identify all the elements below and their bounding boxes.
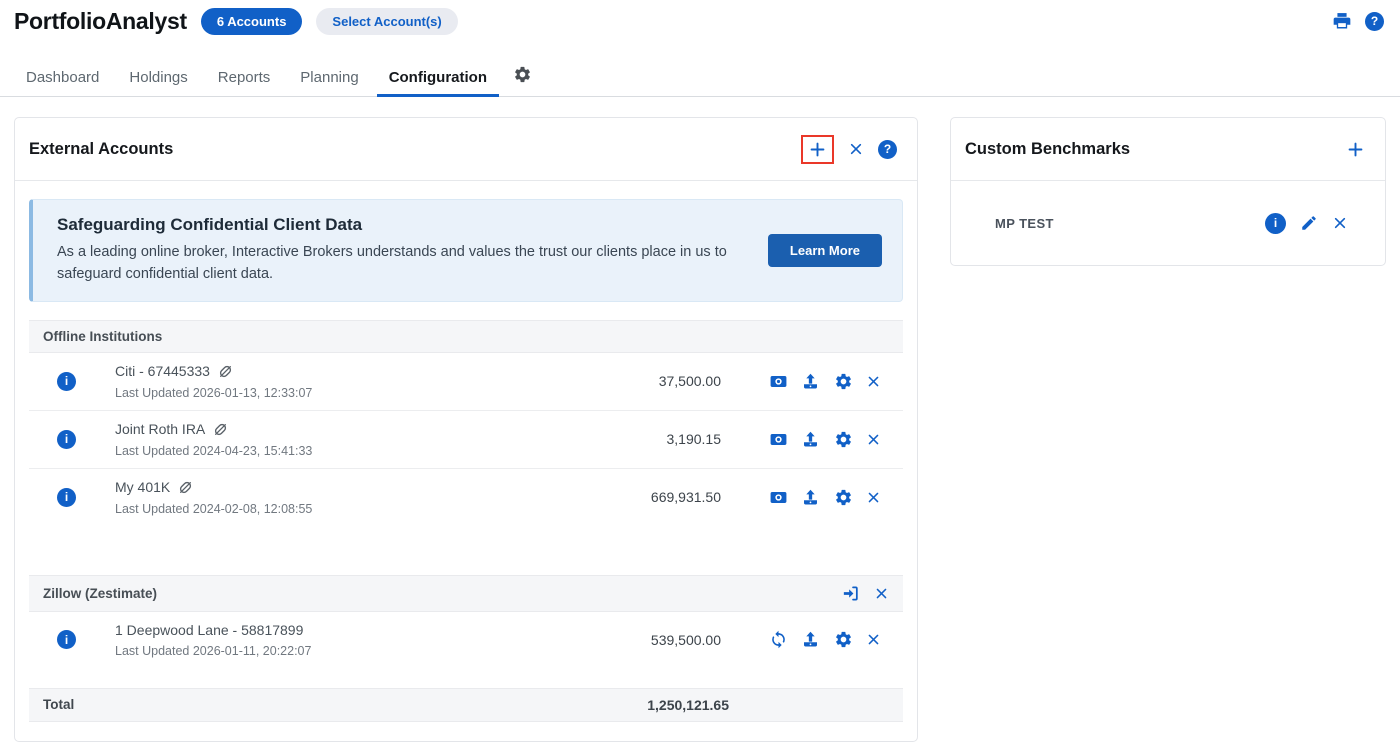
close-icon[interactable] xyxy=(866,374,881,389)
unlink-icon xyxy=(212,421,229,438)
upload-icon[interactable] xyxy=(801,630,820,649)
account-last-updated: Last Updated 2024-04-23, 15:41:33 xyxy=(115,444,631,458)
portfolio-analyst-app: PortfolioAnalyst 6 Accounts Select Accou… xyxy=(0,0,1400,751)
app-title: PortfolioAnalyst xyxy=(14,8,187,35)
info-icon[interactable]: i xyxy=(1265,213,1286,234)
sign-in-icon[interactable] xyxy=(841,584,860,603)
annotation-highlight xyxy=(801,135,834,164)
benchmark-row: MP TEST i xyxy=(951,181,1385,265)
account-last-updated: Last Updated 2026-01-11, 20:22:07 xyxy=(115,644,631,658)
add-external-account-icon[interactable] xyxy=(808,140,827,159)
tab-reports[interactable]: Reports xyxy=(206,60,283,96)
custom-benchmarks-header: Custom Benchmarks xyxy=(951,118,1385,181)
help-icon[interactable]: ? xyxy=(1365,12,1384,31)
close-icon[interactable] xyxy=(1332,215,1348,231)
banner-title: Safeguarding Confidential Client Data xyxy=(57,215,744,235)
refresh-icon[interactable] xyxy=(769,630,788,649)
custom-benchmarks-title: Custom Benchmarks xyxy=(965,140,1130,159)
total-label: Total xyxy=(43,697,74,712)
close-icon[interactable] xyxy=(866,432,881,447)
account-value: 539,500.00 xyxy=(631,632,721,648)
benchmark-name: MP TEST xyxy=(995,216,1054,231)
external-accounts-help-icon[interactable]: ? xyxy=(878,140,897,159)
cash-transactions-icon[interactable] xyxy=(769,488,788,507)
info-icon[interactable]: i xyxy=(57,372,76,391)
banner-body: As a leading online broker, Interactive … xyxy=(57,242,744,286)
tab-dashboard[interactable]: Dashboard xyxy=(14,60,111,96)
account-row: i Citi - 67445333 Last Updated 2026-01-1… xyxy=(29,353,903,411)
cash-transactions-icon[interactable] xyxy=(769,372,788,391)
info-icon[interactable]: i xyxy=(57,630,76,649)
unlink-icon xyxy=(177,479,194,496)
edit-pencil-icon[interactable] xyxy=(1300,214,1318,232)
info-icon[interactable]: i xyxy=(57,488,76,507)
learn-more-button[interactable]: Learn More xyxy=(768,234,882,267)
account-name: Citi - 67445333 xyxy=(115,363,210,379)
total-value: 1,250,121.65 xyxy=(647,697,729,713)
gear-icon[interactable] xyxy=(834,372,853,391)
account-last-updated: Last Updated 2024-02-08, 12:08:55 xyxy=(115,502,631,516)
account-name: My 401K xyxy=(115,479,170,495)
gear-icon[interactable] xyxy=(834,430,853,449)
external-accounts-header: External Accounts ? xyxy=(15,118,917,181)
account-row: i My 401K Last Updated 2024-02-08, 12:08… xyxy=(29,469,903,526)
account-name: Joint Roth IRA xyxy=(115,421,205,437)
topbar: PortfolioAnalyst 6 Accounts Select Accou… xyxy=(0,0,1400,42)
upload-icon[interactable] xyxy=(801,488,820,507)
accounts-count-badge[interactable]: 6 Accounts xyxy=(201,8,303,35)
delete-external-accounts-icon[interactable] xyxy=(848,141,864,157)
close-icon[interactable] xyxy=(874,586,889,601)
account-name: 1 Deepwood Lane - 58817899 xyxy=(115,622,303,638)
section-header-offline-institutions: Offline Institutions xyxy=(29,320,903,353)
gear-icon[interactable] xyxy=(834,488,853,507)
select-accounts-button[interactable]: Select Account(s) xyxy=(316,8,457,35)
safeguarding-banner: Safeguarding Confidential Client Data As… xyxy=(29,199,903,302)
total-row: Total 1,250,121.65 xyxy=(29,688,903,722)
section-header-label: Offline Institutions xyxy=(43,329,162,344)
zillow-rows: i 1 Deepwood Lane - 58817899 Last Update… xyxy=(29,612,903,668)
unlink-icon xyxy=(217,363,234,380)
account-row: i Joint Roth IRA Last Updated 2024-04-23… xyxy=(29,411,903,469)
tab-configuration[interactable]: Configuration xyxy=(377,60,499,96)
custom-benchmarks-panel: Custom Benchmarks MP TEST i xyxy=(950,117,1386,266)
account-last-updated: Last Updated 2026-01-13, 12:33:07 xyxy=(115,386,631,400)
external-accounts-panel: External Accounts ? Safeguarding Confide… xyxy=(14,117,918,742)
account-value: 37,500.00 xyxy=(631,373,721,389)
add-benchmark-icon[interactable] xyxy=(1346,140,1365,159)
tab-holdings[interactable]: Holdings xyxy=(117,60,199,96)
tabs-settings-gear-icon[interactable] xyxy=(513,65,532,84)
upload-icon[interactable] xyxy=(801,430,820,449)
external-accounts-title: External Accounts xyxy=(29,140,173,159)
tab-planning[interactable]: Planning xyxy=(288,60,370,96)
main-nav-tabs: Dashboard Holdings Reports Planning Conf… xyxy=(0,60,1400,97)
gear-icon[interactable] xyxy=(834,630,853,649)
section-header-zillow: Zillow (Zestimate) xyxy=(29,575,903,612)
info-icon[interactable]: i xyxy=(57,430,76,449)
account-value: 3,190.15 xyxy=(631,431,721,447)
close-icon[interactable] xyxy=(866,490,881,505)
account-value: 669,931.50 xyxy=(631,489,721,505)
account-row: i 1 Deepwood Lane - 58817899 Last Update… xyxy=(29,612,903,668)
cash-transactions-icon[interactable] xyxy=(769,430,788,449)
section-header-label: Zillow (Zestimate) xyxy=(43,586,157,601)
upload-icon[interactable] xyxy=(801,372,820,391)
print-icon[interactable] xyxy=(1332,11,1352,31)
offline-institutions-rows: i Citi - 67445333 Last Updated 2026-01-1… xyxy=(29,353,903,526)
close-icon[interactable] xyxy=(866,632,881,647)
